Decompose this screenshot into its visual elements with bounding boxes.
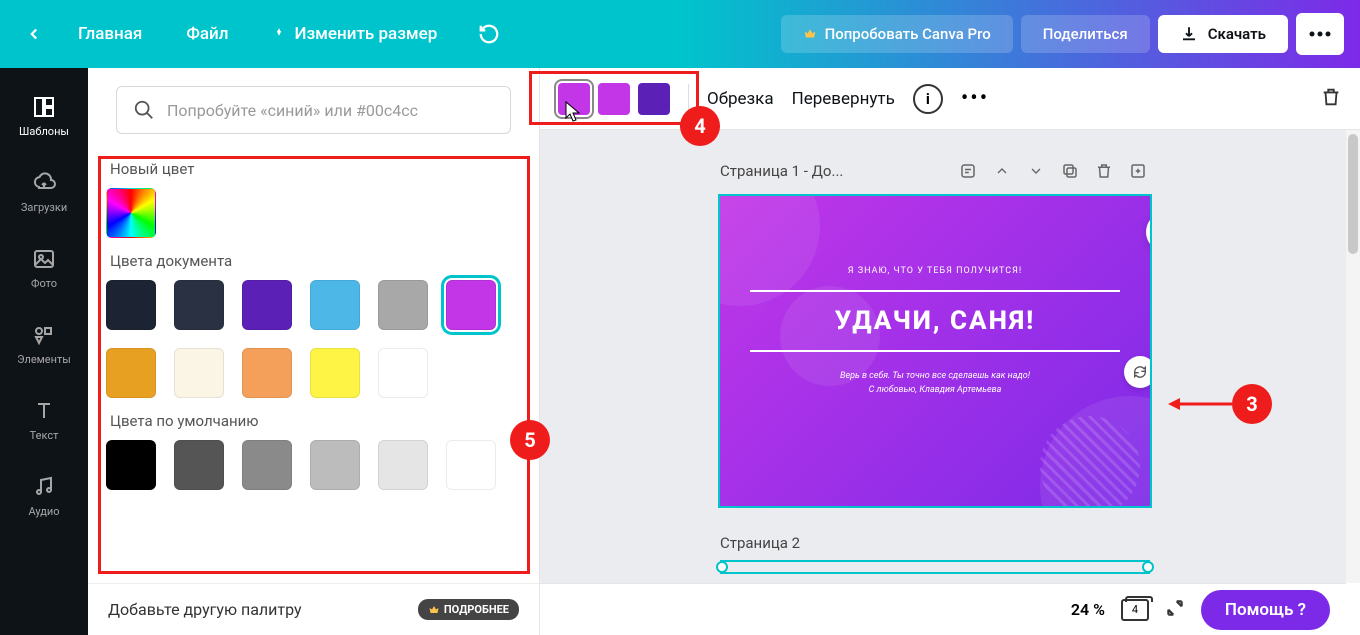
annotation-4: 4: [680, 106, 720, 146]
doc-swatch[interactable]: [174, 348, 224, 398]
default-swatch[interactable]: [106, 440, 156, 490]
page2-title: Страница 2: [720, 534, 1150, 552]
default-swatch[interactable]: [310, 440, 360, 490]
card-top-line: Я ЗНАЮ, ЧТО У ТЕБЯ ПОЛУЧИТСЯ!: [750, 266, 1120, 276]
search-icon: [133, 99, 155, 121]
nav-audio[interactable]: Аудио: [0, 458, 88, 534]
new-color-heading: Новый цвет: [110, 160, 521, 178]
doc-swatch[interactable]: [378, 280, 428, 330]
resize-button[interactable]: Изменить размер: [254, 16, 455, 52]
fullscreen-button[interactable]: [1165, 598, 1185, 622]
color-search-input[interactable]: [167, 101, 494, 120]
doc-colors-heading: Цвета документа: [110, 252, 521, 270]
sync-button[interactable]: [1124, 356, 1150, 388]
default-swatch[interactable]: [174, 440, 224, 490]
doc-swatch[interactable]: [174, 280, 224, 330]
try-pro-label: Попробовать Canva Pro: [825, 25, 991, 43]
new-color-picker[interactable]: [106, 188, 156, 238]
toolbar-color-swatch[interactable]: [638, 83, 670, 115]
canvas-page-2[interactable]: [720, 560, 1150, 574]
nav-text-label: Текст: [30, 429, 59, 442]
card-main-text: УДАЧИ, САНЯ!: [750, 306, 1120, 336]
header-more-button[interactable]: [1296, 13, 1344, 55]
flip-button[interactable]: Перевернуть: [792, 89, 895, 109]
doc-swatch[interactable]: [242, 348, 292, 398]
nav-photos[interactable]: Фото: [0, 230, 88, 306]
delete-button[interactable]: [1320, 86, 1342, 112]
page-up-icon[interactable]: [990, 159, 1014, 183]
doc-swatch[interactable]: [106, 348, 156, 398]
doc-swatch[interactable]: [446, 280, 496, 330]
vertical-scrollbar[interactable]: [1346, 130, 1360, 583]
toolbar-color-swatch[interactable]: [598, 83, 630, 115]
doc-swatch[interactable]: [310, 280, 360, 330]
resize-label: Изменить размер: [294, 24, 437, 44]
info-button[interactable]: i: [913, 84, 943, 114]
nav-templates[interactable]: Шаблоны: [0, 78, 88, 154]
canvas-page-1[interactable]: Я ЗНАЮ, ЧТО У ТЕБЯ ПОЛУЧИТСЯ! УДАЧИ, САН…: [720, 196, 1150, 506]
share-button[interactable]: Поделиться: [1021, 15, 1150, 53]
default-swatch[interactable]: [242, 440, 292, 490]
palette-more-label: ПОДРОБНЕЕ: [444, 603, 509, 616]
nav-elements[interactable]: Элементы: [0, 306, 88, 382]
card-sub2: С любовью, Клавдия Артемьева: [750, 384, 1120, 398]
page-count-button[interactable]: 4: [1121, 599, 1149, 621]
palette-more-button[interactable]: ПОДРОБНЕЕ: [418, 599, 519, 620]
annotation-5: 5: [510, 420, 550, 460]
help-button[interactable]: Помощь ?: [1201, 590, 1330, 630]
crop-button[interactable]: Обрезка: [707, 89, 774, 109]
file-menu[interactable]: Файл: [168, 16, 246, 52]
annotation-3: 3: [1232, 384, 1272, 424]
page-duplicate-icon[interactable]: [1058, 159, 1082, 183]
nav-uploads[interactable]: Загрузки: [0, 154, 88, 230]
add-palette-link[interactable]: Добавьте другую палитру: [108, 600, 302, 619]
zoom-level[interactable]: 24 %: [1071, 600, 1105, 619]
color-search[interactable]: [116, 86, 511, 134]
nav-elements-label: Элементы: [17, 353, 71, 366]
page-delete-icon[interactable]: [1092, 159, 1116, 183]
default-swatch[interactable]: [378, 440, 428, 490]
doc-swatch[interactable]: [106, 280, 156, 330]
doc-swatch[interactable]: [378, 348, 428, 398]
nav-photos-label: Фото: [31, 277, 57, 290]
default-swatch[interactable]: [446, 440, 496, 490]
doc-swatch[interactable]: [242, 280, 292, 330]
page-notes-icon[interactable]: [956, 159, 980, 183]
download-button[interactable]: Скачать: [1158, 15, 1288, 53]
default-colors-heading: Цвета по умолчанию: [110, 412, 521, 430]
card-sub1: Верь в себя. Ты точно все сделаешь как н…: [750, 370, 1120, 384]
nav-uploads-label: Загрузки: [21, 201, 67, 214]
page-add-icon[interactable]: [1126, 159, 1150, 183]
nav-templates-label: Шаблоны: [19, 125, 69, 138]
doc-swatch[interactable]: [310, 348, 360, 398]
toolbar-more-button[interactable]: •••: [961, 86, 989, 111]
nav-audio-label: Аудио: [28, 505, 59, 518]
toolbar-color-swatch[interactable]: [558, 83, 590, 115]
back-button[interactable]: [16, 16, 52, 52]
undo-button[interactable]: [471, 16, 507, 52]
page1-title: Страница 1 - До...: [720, 162, 946, 180]
try-pro-button[interactable]: Попробовать Canva Pro: [781, 15, 1013, 53]
add-comment-button[interactable]: [1146, 212, 1150, 252]
home-menu[interactable]: Главная: [60, 16, 160, 52]
download-label: Скачать: [1208, 25, 1266, 43]
nav-text[interactable]: Текст: [0, 382, 88, 458]
page-down-icon[interactable]: [1024, 159, 1048, 183]
